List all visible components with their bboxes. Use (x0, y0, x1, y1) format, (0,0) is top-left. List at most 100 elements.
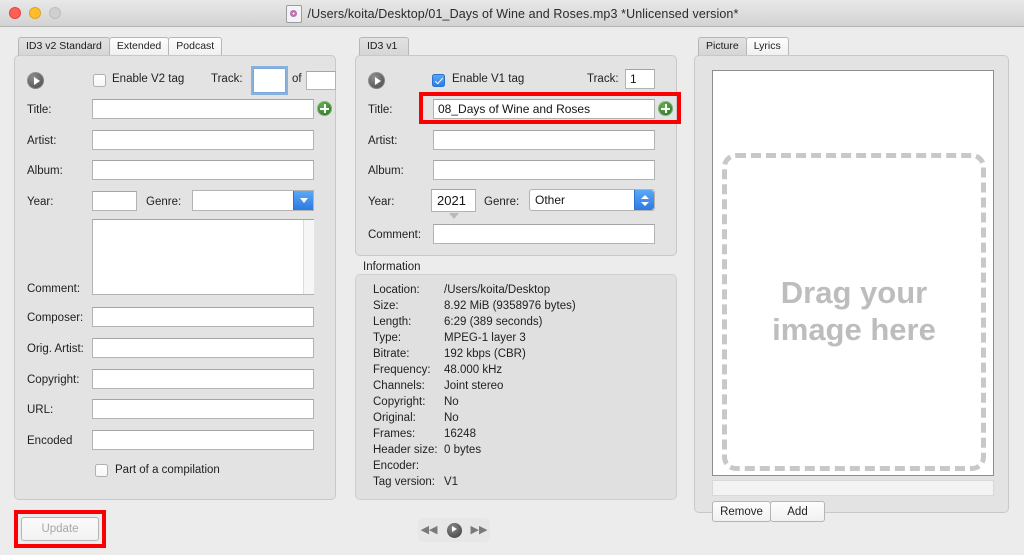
tab-extended[interactable]: Extended (108, 37, 170, 56)
info-value-type: MPEG-1 layer 3 (444, 332, 526, 344)
up-down-chevron-icon[interactable] (634, 190, 654, 210)
tab-id3v1[interactable]: ID3 v1 (359, 37, 409, 56)
v1-track-input[interactable]: 1 (625, 69, 655, 89)
v2-artist-label: Artist: (27, 135, 57, 147)
enable-v2-tag-checkbox[interactable] (93, 74, 106, 87)
v2-encoded-label: Encoded (27, 435, 73, 447)
v1-genre-value: Other (535, 193, 566, 207)
v2-track-input[interactable] (253, 68, 286, 93)
zoom-button[interactable] (49, 7, 61, 19)
v2-genre-label: Genre: (146, 196, 182, 208)
v1-year-label: Year: (368, 196, 395, 208)
v2-title-add-icon[interactable] (317, 101, 332, 116)
dropzone-line-1: Drag your (780, 275, 928, 311)
info-label-encoder: Encoder: (373, 460, 420, 472)
tab-picture[interactable]: Picture (698, 37, 747, 56)
comment-scrollbar[interactable] (303, 220, 314, 294)
image-dropzone[interactable]: Drag your image here (722, 153, 986, 471)
info-value-original: No (444, 412, 459, 424)
picture-path-field[interactable] (712, 480, 994, 496)
info-label-bitrate: Bitrate: (373, 348, 410, 360)
add-picture-button[interactable]: Add (770, 501, 825, 522)
id3v1-panel: Enable V1 tag Track: 1 Title: 08_Days of… (355, 55, 677, 256)
play-preview-v1-icon[interactable] (368, 72, 385, 89)
minimize-button[interactable] (29, 7, 41, 19)
close-button[interactable] (9, 7, 21, 19)
mp3-file-icon (285, 4, 302, 23)
v2-title-input[interactable] (92, 99, 314, 119)
info-label-frames: Frames: (373, 428, 416, 440)
info-value-copyright: No (444, 396, 459, 408)
v1-title-input[interactable]: 08_Days of Wine and Roses (433, 99, 655, 119)
enable-v2-tag-label: Enable V2 tag (112, 73, 185, 85)
v2-composer-label: Composer: (27, 312, 84, 324)
info-label-header-size: Header size: (373, 444, 438, 456)
v1-year-input[interactable]: 2021 (431, 189, 476, 212)
remove-picture-button[interactable]: Remove (712, 501, 771, 522)
v2-copyright-input[interactable] (92, 369, 314, 389)
v1-artist-label: Artist: (368, 135, 398, 147)
v2-artist-input[interactable] (92, 130, 314, 150)
info-value-length: 6:29 (389 seconds) (444, 316, 543, 328)
window-controls (9, 7, 61, 19)
v2-title-label: Title: (27, 104, 52, 116)
v1-genre-label: Genre: (484, 196, 520, 208)
tab-id3v2-standard[interactable]: ID3 v2 Standard (18, 37, 110, 56)
v2-copyright-label: Copyright: (27, 374, 80, 386)
info-label-tag-version: Tag version: (373, 476, 436, 488)
info-value-header-size: 0 bytes (444, 444, 482, 456)
info-value-frequency: 48.000 kHz (444, 364, 503, 376)
tab-podcast[interactable]: Podcast (168, 37, 223, 56)
v1-album-input[interactable] (433, 160, 655, 180)
information-group-title: Information (363, 261, 421, 273)
update-button[interactable]: Update (21, 517, 99, 541)
v2-comment-label: Comment: (27, 283, 81, 295)
v1-title-add-icon[interactable] (658, 101, 673, 116)
right-panel-tabbar: Picture Lyrics (698, 37, 789, 56)
v2-genre-combobox[interactable] (192, 190, 314, 211)
info-label-type: Type: (373, 332, 402, 344)
fast-forward-icon[interactable]: ▶▶ (471, 524, 488, 536)
part-of-compilation-checkbox[interactable] (95, 464, 108, 477)
enable-v1-tag-checkbox[interactable] (432, 74, 445, 87)
year-caret-icon (449, 213, 459, 219)
v2-orig-artist-input[interactable] (92, 338, 314, 358)
v2-track-total-input[interactable] (306, 71, 336, 90)
info-label-copyright: Copyright: (373, 396, 426, 408)
info-label-original: Original: (373, 412, 416, 424)
v2-year-label: Year: (27, 196, 54, 208)
v2-album-input[interactable] (92, 160, 314, 180)
picture-well[interactable]: Drag your image here (712, 70, 994, 476)
v1-genre-popup[interactable]: Other (529, 189, 655, 211)
v2-year-input[interactable] (92, 191, 137, 211)
window-title-group: /Users/koita/Desktop/01_Days of Wine and… (0, 0, 1024, 27)
play-preview-v2-icon[interactable] (27, 72, 44, 89)
transport-controls: ◀◀ ▶▶ (418, 518, 490, 542)
v1-artist-input[interactable] (433, 130, 655, 150)
info-label-length: Length: (373, 316, 412, 328)
play-icon[interactable] (446, 522, 462, 538)
info-value-frames: 16248 (444, 428, 476, 440)
v2-track-label: Track: (211, 73, 243, 85)
tab-lyrics[interactable]: Lyrics (745, 37, 789, 56)
v2-composer-input[interactable] (92, 307, 314, 327)
v1-comment-label: Comment: (368, 229, 422, 241)
chevron-down-icon[interactable] (293, 191, 313, 210)
info-label-size: Size: (373, 300, 399, 312)
v2-encoded-input[interactable] (92, 430, 314, 450)
info-label-location: Location: (373, 284, 420, 296)
v2-url-input[interactable] (92, 399, 314, 419)
info-label-frequency: Frequency: (373, 364, 431, 376)
enable-v1-tag-label: Enable V1 tag (452, 73, 525, 85)
id3v2-panel: Enable V2 tag Track: of Title: Artist: A… (14, 55, 336, 500)
middle-panel-tabbar: ID3 v1 (359, 37, 409, 56)
rewind-icon[interactable]: ◀◀ (421, 524, 438, 536)
information-groupbox: Location: /Users/koita/Desktop Size: 8.9… (355, 274, 677, 500)
v2-comment-textarea[interactable] (92, 219, 314, 295)
v2-of-label: of (292, 73, 302, 85)
window-title: /Users/koita/Desktop/01_Days of Wine and… (307, 6, 739, 21)
info-value-channels: Joint stereo (444, 380, 504, 392)
window-titlebar: /Users/koita/Desktop/01_Days of Wine and… (0, 0, 1024, 27)
picture-panel: Drag your image here Remove Add (694, 55, 1009, 522)
v1-comment-input[interactable] (433, 224, 655, 244)
